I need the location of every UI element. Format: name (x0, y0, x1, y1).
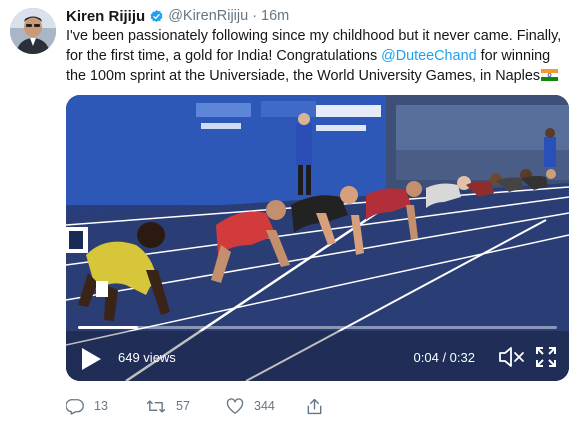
avatar[interactable] (10, 8, 56, 54)
video-progress-fill (78, 326, 138, 329)
tweet-timestamp[interactable]: 16m (261, 8, 289, 24)
share-button[interactable] (306, 398, 323, 415)
verified-badge-icon (149, 9, 164, 24)
reply-count: 13 (94, 399, 108, 413)
like-count: 344 (254, 399, 275, 413)
mute-icon[interactable] (497, 345, 525, 369)
video-controls: 649 views 0:04 / 0:32 (66, 333, 569, 381)
view-count: 649 views (118, 350, 176, 365)
india-flag-icon (541, 67, 559, 81)
author-handle[interactable]: @KirenRijiju (168, 8, 248, 24)
reply-button[interactable]: 13 (66, 398, 146, 415)
video-progress-track[interactable] (78, 326, 557, 329)
like-button[interactable]: 344 (226, 397, 306, 415)
retweet-icon (146, 399, 166, 413)
tweet-text: I've been passionately following since m… (66, 26, 574, 86)
reply-icon (66, 398, 84, 415)
retweet-count: 57 (176, 399, 190, 413)
header-separator: · (252, 8, 258, 24)
play-icon[interactable] (80, 347, 102, 371)
tweet: Kiren Rijiju @KirenRijiju · 16m I've bee… (0, 0, 580, 422)
tweet-actions: 13 57 344 (66, 396, 323, 416)
tweet-header: Kiren Rijiju @KirenRijiju · 16m (66, 7, 289, 25)
fullscreen-icon[interactable] (535, 346, 557, 368)
retweet-button[interactable]: 57 (146, 398, 226, 415)
video-player[interactable]: 649 views 0:04 / 0:32 (66, 95, 569, 381)
like-icon (226, 397, 244, 414)
video-time: 0:04 / 0:32 (413, 350, 475, 365)
share-icon (307, 398, 322, 414)
mention-link[interactable]: @DuteeChand (381, 48, 476, 64)
author-name[interactable]: Kiren Rijiju (66, 8, 145, 25)
